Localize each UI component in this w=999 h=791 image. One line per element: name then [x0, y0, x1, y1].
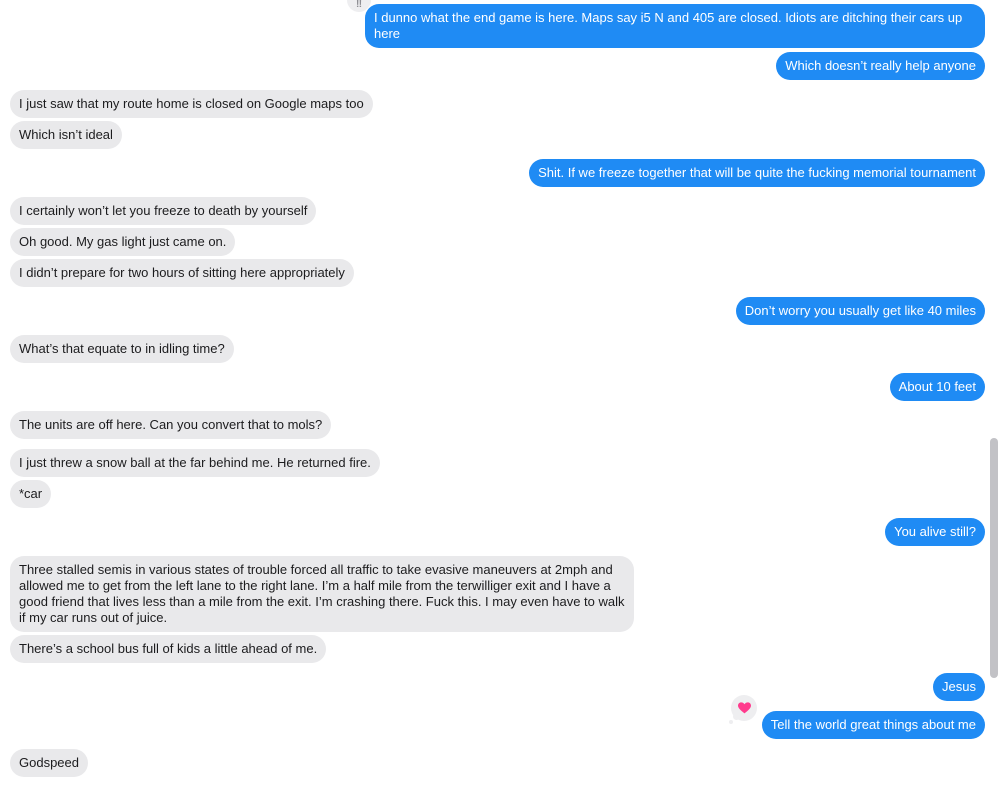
message-incoming[interactable]: Godspeed [1, 749, 88, 778]
message-incoming[interactable]: *car [0, 480, 52, 509]
message-outgoing[interactable]: You alive still? [885, 518, 994, 547]
message-incoming[interactable]: Oh good. My gas light just came on. [10, 228, 236, 256]
heart-icon [737, 702, 751, 714]
vertical-scrollbar[interactable] [990, 438, 998, 678]
message-outgoing[interactable]: Tell the world great things about me [761, 711, 995, 740]
message-incoming[interactable]: I just saw that my route home is closed … [10, 90, 373, 118]
message-incoming[interactable]: Three stalled semis in various states of… [10, 556, 634, 632]
message-outgoing[interactable]: Which doesn’t really help anyone [776, 52, 994, 81]
tapback-reaction[interactable] [731, 695, 757, 721]
message-incoming[interactable]: I certainly won’t let you freeze to deat… [10, 197, 317, 225]
message-incoming[interactable]: I just threw a snow ball at the far behi… [10, 449, 380, 477]
message-incoming[interactable]: There’s a school bus full of kids a litt… [0, 635, 327, 664]
message-outgoing[interactable]: Shit. If we freeze together that will be… [529, 159, 994, 188]
message-outgoing[interactable]: I dunno what the end game is here. Maps … [365, 4, 985, 48]
message-outgoing[interactable]: About 10 feet [889, 373, 995, 402]
message-outgoing[interactable]: Jesus [933, 673, 985, 701]
message-incoming[interactable]: I didn’t prepare for two hours of sittin… [1, 259, 354, 288]
message-thread: ‼ I dunno what the end game is here. Map… [0, 0, 999, 791]
exclamation-icon: ‼ [355, 0, 363, 10]
message-incoming[interactable]: The units are off here. Can you convert … [0, 411, 332, 440]
tapback-tail [729, 720, 733, 724]
message-incoming[interactable]: Which isn’t ideal [1, 121, 122, 150]
message-incoming[interactable]: What’s that equate to in idling time? [1, 335, 234, 364]
message-outgoing[interactable]: Don’t worry you usually get like 40 mile… [735, 297, 995, 326]
